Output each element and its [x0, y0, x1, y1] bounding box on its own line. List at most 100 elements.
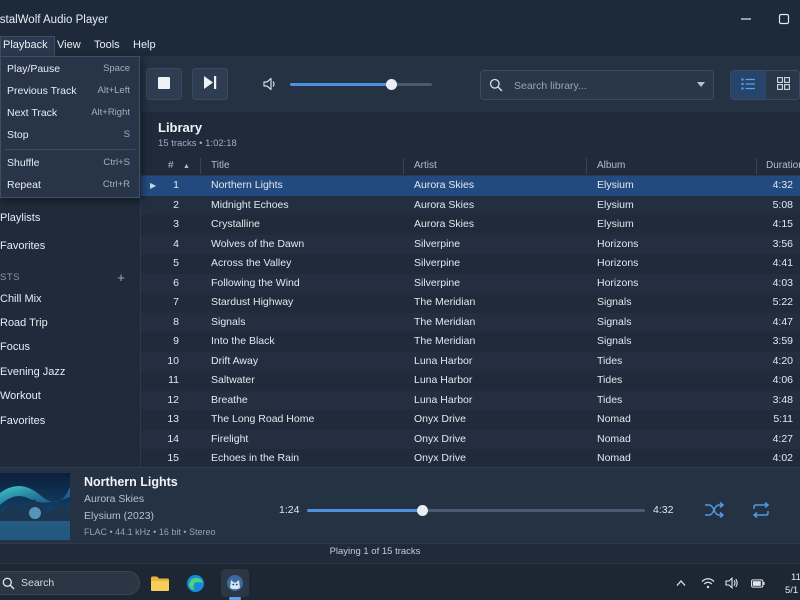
- shuffle-icon[interactable]: [703, 500, 725, 520]
- column-header-number[interactable]: #: [168, 156, 174, 176]
- album-art[interactable]: [0, 473, 70, 540]
- plus-icon[interactable]: +: [114, 271, 128, 285]
- track-artist: Onyx Drive: [414, 432, 466, 445]
- track-title: Echoes in the Rain: [211, 452, 300, 464]
- menu-view[interactable]: View: [57, 36, 81, 56]
- track-duration: 4:41: [772, 257, 793, 269]
- table-row[interactable]: 12 Breathe Luna Harbor Tides 3:48: [141, 390, 800, 410]
- playlist-item[interactable]: Favorites: [0, 411, 141, 431]
- grid-view-icon: [777, 77, 790, 93]
- column-header-album[interactable]: Album: [597, 156, 625, 176]
- sidebar-item-favorites[interactable]: Favorites: [0, 236, 141, 256]
- seek-bar[interactable]: [307, 505, 645, 516]
- column-divider[interactable]: [586, 158, 587, 174]
- track-title: Midnight Echoes: [211, 198, 289, 211]
- search-input[interactable]: [514, 77, 684, 95]
- column-header-artist[interactable]: Artist: [414, 156, 437, 176]
- table-row[interactable]: 11 Saltwater Luna Harbor Tides 4:06: [141, 371, 800, 391]
- track-artist: Luna Harbor: [414, 354, 473, 367]
- volume-slider-fill: [290, 83, 391, 86]
- menu-item-stop[interactable]: Stop S: [1, 125, 139, 145]
- track-artist: Silverpine: [414, 257, 461, 269]
- table-row[interactable]: ▶ 1 Northern Lights Aurora Skies Elysium 4:32: [141, 176, 800, 196]
- menu-item-previous-track[interactable]: Previous Track Alt+Left: [1, 81, 139, 101]
- table-row[interactable]: 10 Drift Away Luna Harbor Tides 4:20: [141, 351, 800, 371]
- playlist-item[interactable]: Road Trip: [0, 313, 141, 333]
- column-header-title[interactable]: Title: [211, 156, 230, 176]
- track-album: Elysium: [597, 198, 634, 211]
- sort-ascending-icon[interactable]: ▲: [183, 157, 190, 177]
- now-playing-artist: Aurora Skies: [84, 493, 145, 505]
- table-row[interactable]: 7 Stardust Highway The Meridian Signals 5:22: [141, 293, 800, 313]
- track-duration: 5:08: [772, 198, 793, 211]
- track-number: 12: [167, 393, 179, 406]
- menu-playback[interactable]: Playback: [0, 36, 55, 56]
- track-number: 13: [167, 413, 179, 425]
- table-row[interactable]: 8 Signals The Meridian Signals 4:47: [141, 312, 800, 332]
- now-playing-bar: Northern Lights Aurora Skies Elysium (20…: [0, 467, 800, 543]
- playlist-item[interactable]: Chill Mix: [0, 289, 141, 309]
- maximize-icon[interactable]: [777, 12, 791, 26]
- next-track-button[interactable]: [192, 68, 228, 100]
- audio-player-app-icon[interactable]: [221, 569, 249, 597]
- volume-slider-thumb[interactable]: [385, 79, 397, 90]
- track-number: 1: [173, 179, 179, 191]
- track-number: 7: [173, 296, 179, 308]
- column-divider[interactable]: [756, 158, 757, 174]
- playlist-item[interactable]: Workout: [0, 386, 141, 406]
- column-divider[interactable]: [403, 158, 404, 174]
- track-album: Horizons: [597, 237, 639, 250]
- repeat-icon[interactable]: [750, 500, 772, 520]
- library-search[interactable]: [480, 70, 714, 100]
- taskbar-search[interactable]: Search: [0, 571, 140, 595]
- edge-browser-icon[interactable]: [181, 569, 209, 597]
- table-row[interactable]: 15 Echoes in the Rain Onyx Drive Nomad 4:02: [141, 449, 800, 467]
- column-divider[interactable]: [200, 158, 201, 174]
- list-view-icon: [741, 77, 756, 93]
- clock-time[interactable]: 11: [791, 572, 800, 583]
- library-summary: 15 tracks • 1:02:18: [158, 138, 237, 149]
- column-header-duration[interactable]: Duration: [766, 156, 800, 176]
- menu-item-next-track[interactable]: Next Track Alt+Right: [1, 103, 139, 123]
- speaker-icon[interactable]: [725, 576, 739, 590]
- table-row[interactable]: 13 The Long Road Home Onyx Drive Nomad 5:11: [141, 410, 800, 430]
- table-row[interactable]: 6 Following the Wind Silverpine Horizons 4:0…: [141, 273, 800, 293]
- table-row[interactable]: 5 Across the Valley Silverpine Horizons 4:41: [141, 254, 800, 274]
- track-album: Nomad: [597, 413, 631, 425]
- playlist-item[interactable]: Evening Jazz: [0, 362, 141, 382]
- file-explorer-icon[interactable]: [146, 569, 174, 597]
- battery-icon[interactable]: [751, 576, 765, 590]
- table-row[interactable]: 2 Midnight Echoes Aurora Skies Elysium 5:08: [141, 195, 800, 215]
- minimize-icon[interactable]: [739, 12, 753, 26]
- grid-view-button[interactable]: [766, 71, 799, 99]
- clock-date[interactable]: 5/1: [785, 585, 798, 596]
- chevron-up-icon[interactable]: [674, 576, 688, 590]
- chevron-down-icon[interactable]: [697, 82, 705, 87]
- track-title: Signals: [211, 315, 246, 328]
- seek-bar-thumb[interactable]: [416, 505, 428, 516]
- menu-item-play-pause[interactable]: Play/Pause Space: [1, 59, 139, 79]
- track-number: 2: [173, 198, 179, 211]
- volume-icon[interactable]: [262, 76, 278, 92]
- table-row[interactable]: 9 Into the Black The Meridian Signals 3:59: [141, 332, 800, 352]
- menu-tools[interactable]: Tools: [94, 36, 120, 56]
- sidebar-item-playlists[interactable]: Playlists: [0, 208, 141, 228]
- track-number: 6: [173, 276, 179, 289]
- list-view-button[interactable]: [731, 71, 766, 99]
- track-duration: 5:22: [772, 296, 793, 308]
- table-row[interactable]: 3 Crystalline Aurora Skies Elysium 4:15: [141, 215, 800, 235]
- menu-item-repeat[interactable]: Repeat Ctrl+R: [1, 175, 139, 195]
- menu-item-label: Repeat: [7, 179, 41, 191]
- menu-help[interactable]: Help: [133, 36, 156, 56]
- table-row[interactable]: 4 Wolves of the Dawn Silverpine Horizons 3:5…: [141, 234, 800, 254]
- volume-slider[interactable]: [290, 79, 432, 90]
- menu-item-shuffle[interactable]: Shuffle Ctrl+S: [1, 153, 139, 173]
- track-artist: Aurora Skies: [414, 198, 475, 211]
- seek-bar-fill: [307, 509, 422, 512]
- view-toggle: [730, 70, 800, 100]
- wifi-icon[interactable]: [701, 576, 715, 590]
- menu-item-label: Play/Pause: [7, 63, 61, 75]
- playlist-item[interactable]: Focus: [0, 337, 141, 357]
- stop-button[interactable]: [146, 68, 182, 100]
- table-row[interactable]: 14 Firelight Onyx Drive Nomad 4:27: [141, 429, 800, 449]
